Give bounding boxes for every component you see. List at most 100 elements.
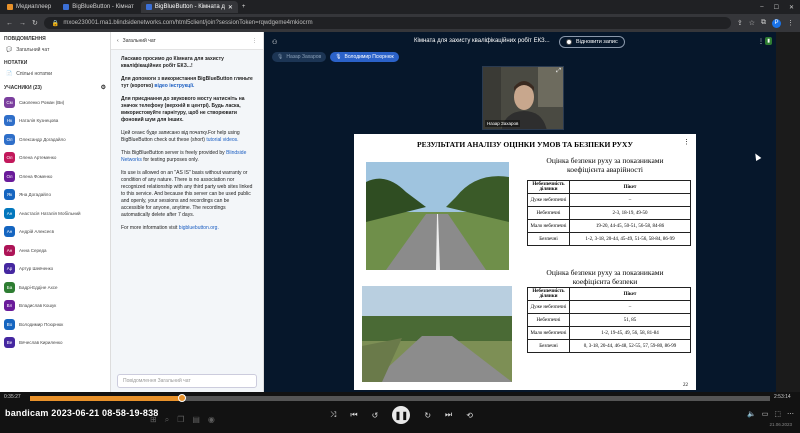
participant-avatar: Ве <box>4 337 15 349</box>
new-tab-icon[interactable]: + <box>242 4 246 10</box>
bbb-favicon-icon <box>63 4 70 10</box>
mic-icon: 🎙 <box>335 54 342 60</box>
shared-notes-label: Спільні нотатки <box>16 71 53 77</box>
chat-options-icon[interactable]: ⋮ <box>252 38 257 44</box>
public-chat-item[interactable]: 💬 Загальний чат <box>0 44 110 56</box>
browser-tab-bar: Медиаплеер BigBlueButton - Кімнат BigBlu… <box>0 0 800 14</box>
talker-indicator[interactable]: 🎙 Назар Захаров <box>272 52 327 62</box>
participant-avatar: Ан <box>4 207 15 219</box>
audio-message: Для приєднання до звукового мосту натисн… <box>121 96 253 124</box>
participant-row[interactable]: См Смоленко Роман (Ви) <box>0 93 110 112</box>
back-icon[interactable]: ← <box>6 20 13 27</box>
fullscreen-icon[interactable]: ⤢ <box>556 68 561 75</box>
table1-heading: Оцінка безпеки руху за показниками коефі… <box>546 156 664 174</box>
player-more-icon[interactable]: ⋯ <box>787 410 794 418</box>
more-info-message: For more information visit bigbluebutton… <box>121 225 253 232</box>
participant-row[interactable]: Ве Вячеслав Кириленко <box>0 334 110 353</box>
participant-avatar: Вл <box>4 300 15 312</box>
tab-label: BigBlueButton - Кімната д <box>154 4 225 10</box>
extensions-icon[interactable]: ⧉ <box>761 19 766 27</box>
participant-row[interactable]: Ан Анастасія Наталія Мобільний <box>0 204 110 223</box>
reload-icon[interactable]: ↻ <box>32 19 38 27</box>
participant-row[interactable]: Ол Олена Фоменко <box>0 167 110 186</box>
browser-tab-mediaplayer[interactable]: Медиаплеер <box>2 1 56 13</box>
hazard-cell: Мало небезпечні <box>527 219 570 233</box>
connection-status-icon[interactable]: ▮ <box>765 37 772 45</box>
close-tab-icon[interactable]: ✕ <box>228 4 233 11</box>
participant-row[interactable]: Нк Наталія Кузнецова <box>0 112 110 131</box>
talker-indicator-active[interactable]: 🎙 Володимир Псюрнюк <box>330 52 399 62</box>
aspect-ratio-icon[interactable]: ⬚ <box>774 410 781 418</box>
browser-taskbar-icon: ◉ <box>207 415 215 424</box>
forward-30-icon[interactable]: ↻ <box>424 411 431 420</box>
close-window-icon[interactable]: ✕ <box>789 4 794 11</box>
browser-tab-bbb-1[interactable]: BigBlueButton - Кімнат <box>58 1 139 13</box>
url-field[interactable]: 🔒 mxoe230001.rna1.blindsidenetworks.com/… <box>43 17 731 29</box>
volume-icon[interactable]: 🔈 <box>747 410 756 418</box>
video-instruction-link[interactable]: відео інструкції. <box>154 83 194 89</box>
participant-avatar: Ар <box>4 263 15 275</box>
repeat-icon[interactable]: ⟲ <box>466 411 473 420</box>
safety-coefficient-table-body: Дуже небезпечні – Небезпечні 51, 85 Мало неб… <box>527 300 691 353</box>
participant-avatar: Нк <box>4 115 15 127</box>
rewind-10-icon[interactable]: ↺ <box>372 411 379 420</box>
participant-avatar: Ол <box>4 133 15 145</box>
participant-row[interactable]: Ар Артур Шевченко <box>0 260 110 279</box>
participants-count-label: УЧАСНИКИ (23) <box>4 84 42 91</box>
participant-row[interactable]: Ан Андрій Алексеєв <box>0 223 110 242</box>
seek-thumb[interactable] <box>177 394 186 402</box>
participant-avatar: Ан <box>4 244 15 256</box>
table-row: Небезпечні 51, 85 <box>527 313 691 327</box>
shared-notes-item[interactable]: 📄 Спільні нотатки <box>0 68 110 80</box>
minimize-icon[interactable]: – <box>760 4 763 11</box>
hazard-cell: Дуже небезпечні <box>527 193 570 207</box>
participant-name: Бадрі-Еддіне Ахсе <box>19 284 58 290</box>
participant-row[interactable]: Ба Бадрі-Еддіне Ахсе <box>0 278 110 297</box>
participant-row[interactable]: Ан Анна Середа <box>0 241 110 260</box>
participant-name: Владислав Кошук <box>19 303 57 309</box>
hazard-cell: Безпечні <box>527 339 570 353</box>
participant-row[interactable]: Ол Олександр Догадайло <box>0 130 110 149</box>
forward-icon[interactable]: → <box>19 20 26 27</box>
participant-row[interactable]: Во Володимир Псюрнюк <box>0 315 110 334</box>
user-list-toggle-icon[interactable]: ⚇ <box>272 39 277 46</box>
tutorial-videos-link[interactable]: tutorial videos. <box>206 137 238 143</box>
picket-cell: 19-20, 44-45, 50-51, 56-58, 84-86 <box>569 219 691 233</box>
participant-name: Олександр Догадайло <box>19 136 66 142</box>
next-icon[interactable]: ⏭ <box>445 410 452 420</box>
search-icon: ⌕ <box>164 414 170 424</box>
record-icon <box>566 39 572 45</box>
cast-icon[interactable]: ▭ <box>762 410 769 418</box>
browser-menu-icon[interactable]: ⋮ <box>787 19 794 27</box>
participant-row[interactable]: Вл Владислав Кошук <box>0 297 110 316</box>
resume-recording-button[interactable]: Відновити запис <box>559 36 625 48</box>
maximize-icon[interactable]: ☐ <box>774 4 779 11</box>
hazard-cell: Небезпечні <box>527 206 570 220</box>
settings-gear-icon[interactable]: ⚙ <box>101 84 106 91</box>
participant-row[interactable]: Як Яна Догадайло <box>0 186 110 205</box>
col-picket-header: Пікет <box>569 287 691 301</box>
meeting-title: Кімната для захисту кваліфікаційних робі… <box>414 38 550 44</box>
participant-name: Анна Середа <box>19 247 47 253</box>
share-icon[interactable]: ⇪ <box>737 19 743 27</box>
audio-text: Для приєднання до звукового мосту натисн… <box>121 96 245 123</box>
chat-message-input[interactable]: Повідомлення Загальний чат <box>117 374 257 388</box>
bigbluebutton-org-link[interactable]: bigbluebutton.org. <box>179 225 219 231</box>
options-menu-icon[interactable]: ⋮ <box>758 38 764 45</box>
participant-avatar: Ба <box>4 281 15 293</box>
hide-chat-chevron-icon[interactable]: ‹ <box>117 38 119 44</box>
participant-avatar: См <box>4 96 15 108</box>
slide-options-icon[interactable]: ⋮ <box>683 138 690 146</box>
bookmark-star-icon[interactable]: ☆ <box>749 19 755 27</box>
shuffle-icon[interactable]: ⤨ <box>330 410 336 420</box>
previous-icon[interactable]: ⏮ <box>350 410 357 420</box>
participant-avatar: Во <box>4 318 15 330</box>
presentation-slide: ⋮ РЕЗУЛЬТАТИ АНАЛІЗУ ОЦІНКИ УМОВ ТА БЕЗП… <box>354 134 696 390</box>
table-row: Дуже небезпечні – <box>527 300 691 314</box>
seek-bar[interactable] <box>30 394 770 402</box>
profile-avatar[interactable]: P <box>772 18 781 28</box>
participant-row[interactable]: Ол Олена Артеменко <box>0 149 110 168</box>
pause-button[interactable]: ❚❚ <box>392 406 411 424</box>
browser-tab-bbb-2[interactable]: BigBlueButton - Кімната д ✕ <box>140 1 238 13</box>
webcam-video[interactable]: ⤢ Назар Захаров <box>482 66 564 130</box>
